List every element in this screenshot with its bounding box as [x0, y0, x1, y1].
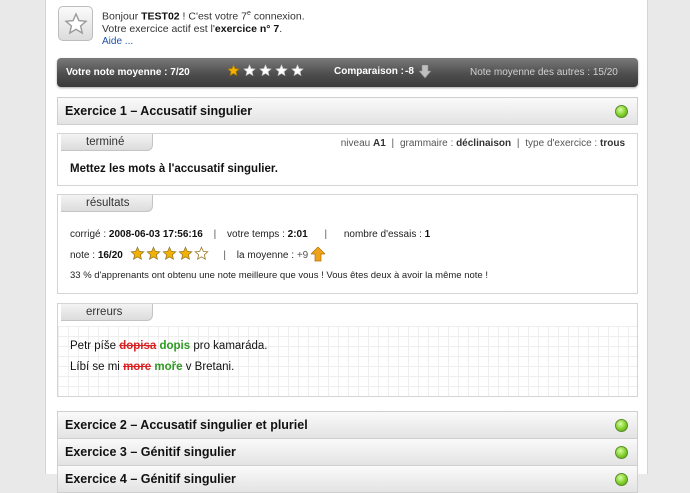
results-line-1: corrigé : 2008-06-03 17:56:16 | votre te… [70, 229, 431, 240]
results-line-2: note : 16/20 | la moyenne : +9 [70, 246, 326, 262]
tab-status: terminé [61, 134, 153, 151]
exercise-meta: niveau A1 | grammaire : déclinaison | ty… [340, 138, 625, 149]
arrow-down-icon [419, 65, 431, 79]
summary-bar: Votre note moyenne : 7/20 Comparaison : … [57, 58, 638, 87]
instruction: Mettez les mots à l'accusatif singulier. [70, 163, 278, 175]
wrong-word: more [123, 361, 152, 373]
error-sentence: Petr píše dopisa dopis pro kamaráda. [70, 340, 268, 352]
star-icon [129, 246, 145, 260]
comparison-value: -8 [405, 66, 414, 77]
correct-word: dopis [159, 340, 191, 352]
star-icon [227, 64, 240, 77]
average-diff: +9 [296, 250, 309, 261]
average-label: la moyenne : [236, 250, 295, 261]
star-icon [259, 64, 272, 77]
star-outline-icon [63, 11, 88, 34]
sentence-before: Líbí se mi [70, 361, 124, 373]
exercise-header-3[interactable]: Exercice 3 – Génitif singulier [57, 438, 638, 466]
correct-word: moře [154, 361, 183, 373]
welcome-text: Bonjour TEST02 ! C'est votre 7e connexio… [102, 8, 305, 48]
corrected-value: 2008-06-03 17:56:16 [108, 229, 203, 240]
green-dot-icon [615, 473, 628, 486]
star-icon [291, 64, 304, 77]
header: Bonjour TEST02 ! C'est votre 7e connexio… [58, 6, 638, 48]
summary-rating [227, 64, 304, 77]
error-sentence: Líbí se mi more moře v Bretani. [70, 361, 234, 373]
note-rating [129, 246, 209, 261]
star-icon [177, 246, 193, 260]
comparison-text: 33 % d'apprenants ont obtenu une note me… [70, 270, 488, 281]
type-label: type d'exercice : [525, 138, 598, 149]
exercise-title: Exercice 3 – Génitif singulier [65, 445, 236, 459]
attempts-value: 1 [424, 229, 431, 240]
exercise-header-2[interactable]: Exercice 2 – Accusatif singulier et plur… [57, 411, 638, 439]
status-panel: terminé niveau A1 | grammaire : déclinai… [57, 133, 638, 186]
corrected-label: corrigé : [70, 229, 107, 240]
arrow-up-icon [310, 246, 326, 262]
tab-results: résultats [61, 195, 153, 212]
exercise-header-4[interactable]: Exercice 4 – Génitif singulier [57, 465, 638, 493]
active-suffix: . [279, 22, 283, 35]
average-score: Votre note moyenne : 7/20 [66, 67, 190, 78]
greeting-mid: ! C'est votre 7 [179, 10, 247, 23]
attempts-label: nombre d'essais : [343, 229, 422, 240]
time-value: 2:01 [287, 229, 308, 240]
exercise-title: Exercice 2 – Accusatif singulier et plur… [65, 418, 308, 432]
sentence-before: Petr píše [70, 340, 120, 352]
green-dot-icon [615, 446, 628, 459]
level-value: A1 [372, 138, 386, 149]
active-prefix: Votre exercice actif est l' [102, 22, 215, 35]
greeting-suffix: connexion. [250, 10, 305, 23]
wrong-word: dopisa [119, 340, 157, 352]
note-value: 16/20 [97, 250, 123, 261]
others-average: Note moyenne des autres : 15/20 [470, 67, 618, 78]
type-value: trous [600, 138, 625, 149]
page: Bonjour TEST02 ! C'est votre 7e connexio… [45, 0, 648, 493]
sentence-after: pro kamaráda. [190, 340, 268, 352]
exercise-title: Exercice 1 – Accusatif singulier [65, 104, 253, 118]
time-label: votre temps : [227, 229, 285, 240]
errors-panel: erreurs Petr píše dopisa dopis pro kamar… [57, 303, 638, 397]
level-label: niveau [340, 138, 371, 149]
star-icon [275, 64, 288, 77]
active-exercise: exercice n° 7 [214, 22, 280, 35]
exercise-title: Exercice 4 – Génitif singulier [65, 472, 236, 486]
results-panel: résultats corrigé : 2008-06-03 17:56:16 … [57, 194, 638, 294]
greeting-prefix: Bonjour [102, 10, 142, 23]
star-icon [193, 246, 209, 260]
green-dot-icon [615, 105, 628, 118]
sentence-after: v Bretani. [182, 361, 235, 373]
grammar-label: grammaire : [399, 138, 454, 149]
star-icon [243, 64, 256, 77]
star-icon [161, 246, 177, 260]
tab-errors: erreurs [61, 304, 153, 321]
star-icon [145, 246, 161, 260]
grammar-value: déclinaison [456, 138, 512, 149]
username: TEST02 [141, 10, 180, 23]
green-dot-icon [615, 419, 628, 432]
exercise-header-1[interactable]: Exercice 1 – Accusatif singulier [57, 97, 638, 125]
note-label: note : [70, 250, 96, 261]
help-link[interactable]: Aide ... [102, 36, 133, 47]
favorite-button[interactable] [58, 6, 93, 41]
comparison-label: Comparaison : [334, 66, 405, 77]
